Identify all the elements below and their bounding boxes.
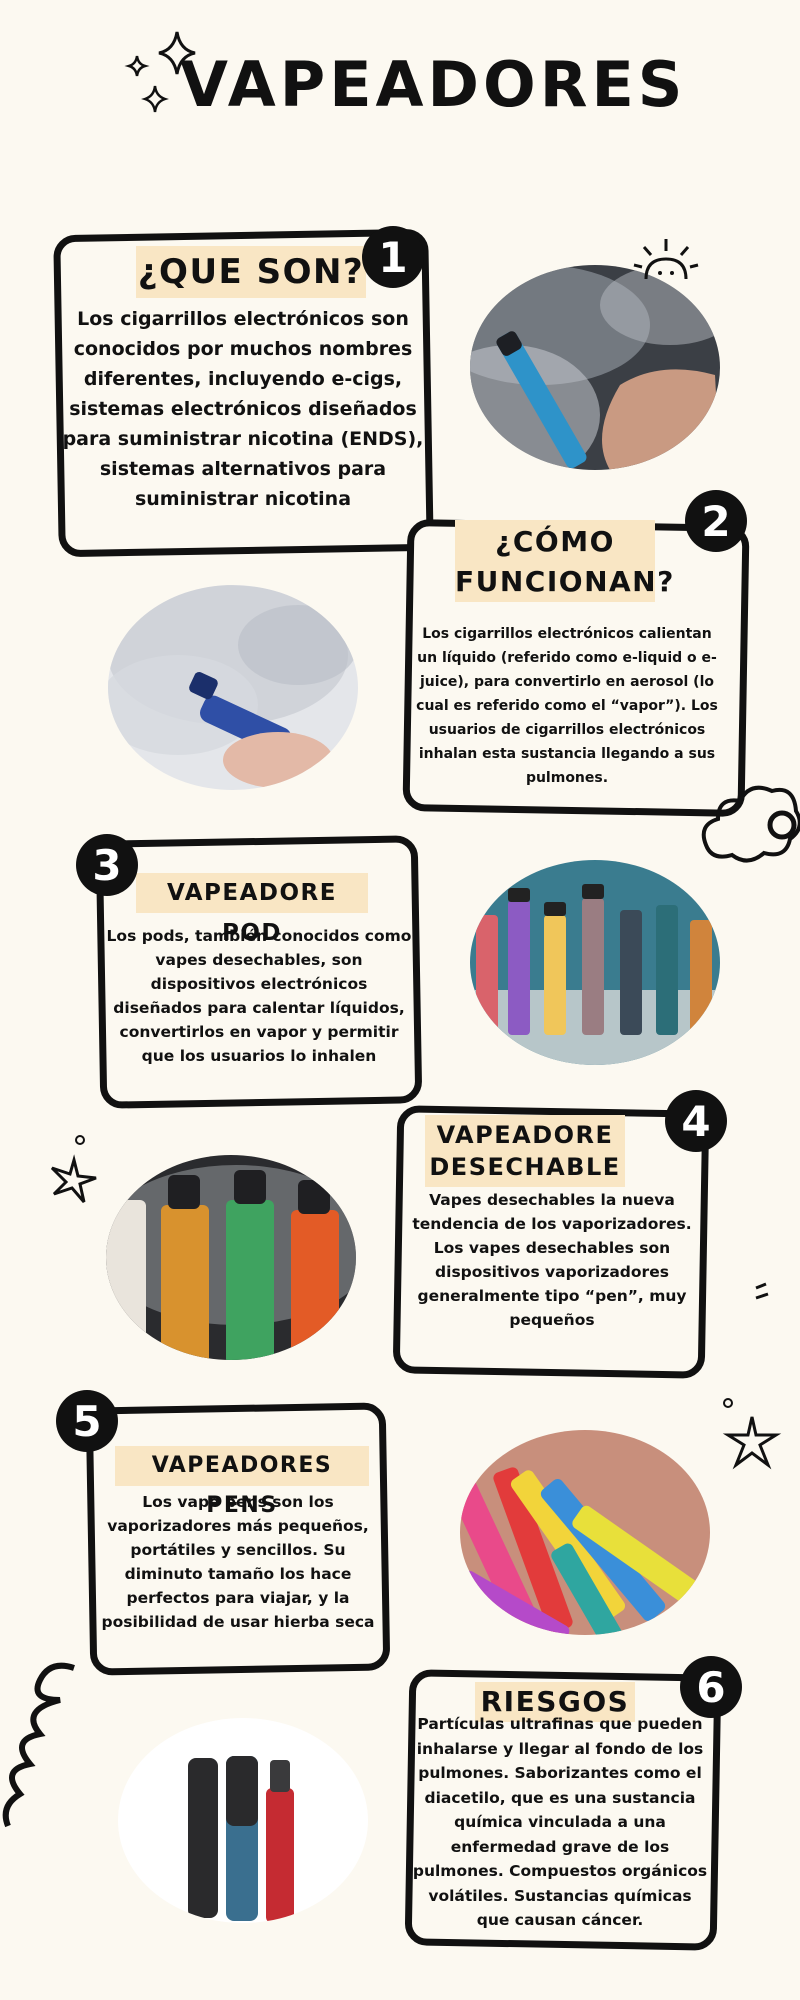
section-2-text: Los cigarrillos electrónicos calientan u… — [416, 626, 718, 786]
section-3-number: 3 — [76, 834, 138, 896]
section-3-text: Los pods, también conocidos como vapes d… — [106, 927, 412, 1065]
page-title: VAPEADORES — [180, 48, 687, 121]
section-5-number: 5 — [56, 1390, 118, 1452]
section-6-text: Partículas ultrafinas que pueden inhalar… — [412, 1715, 708, 1929]
dash-doodle-icon — [755, 1282, 769, 1300]
section-1-text: Los cigarrillos electrónicos son conocid… — [62, 308, 424, 510]
zigzag-doodle-icon — [2, 1662, 75, 1828]
section-1-heading: ¿QUE SON? — [136, 246, 366, 298]
star-doodle-icon — [722, 1398, 782, 1470]
photo-pens-white — [118, 1718, 368, 1923]
section-4-text: Vapes desechables la nueva tendencia de … — [412, 1191, 692, 1329]
photo-vape-pens-hand — [460, 1430, 710, 1635]
section-4-number: 4 — [665, 1090, 727, 1152]
photo-pod-row — [470, 860, 720, 1065]
cloud-doodle-icon — [701, 785, 800, 863]
photo-smoke-vape — [108, 585, 358, 790]
section-1-number: 1 — [362, 226, 424, 288]
section-6-number: 6 — [680, 1656, 742, 1718]
section-2-number: 2 — [685, 490, 747, 552]
sun-doodle-icon — [633, 239, 699, 280]
section-2-heading: ¿CÓMO FUNCIONAN? — [455, 520, 673, 602]
photo-disposable-vapes — [106, 1155, 356, 1360]
section-5-text: Los vape pens son los vaporizadores más … — [101, 1493, 375, 1631]
section-4-heading: VAPEADORE DESECHABLE — [425, 1115, 625, 1187]
star-doodle-icon — [50, 1135, 97, 1203]
section-5-heading: VAPEADORES PENS — [115, 1446, 369, 1518]
section-3-heading: VAPEADORE POD — [136, 873, 368, 946]
